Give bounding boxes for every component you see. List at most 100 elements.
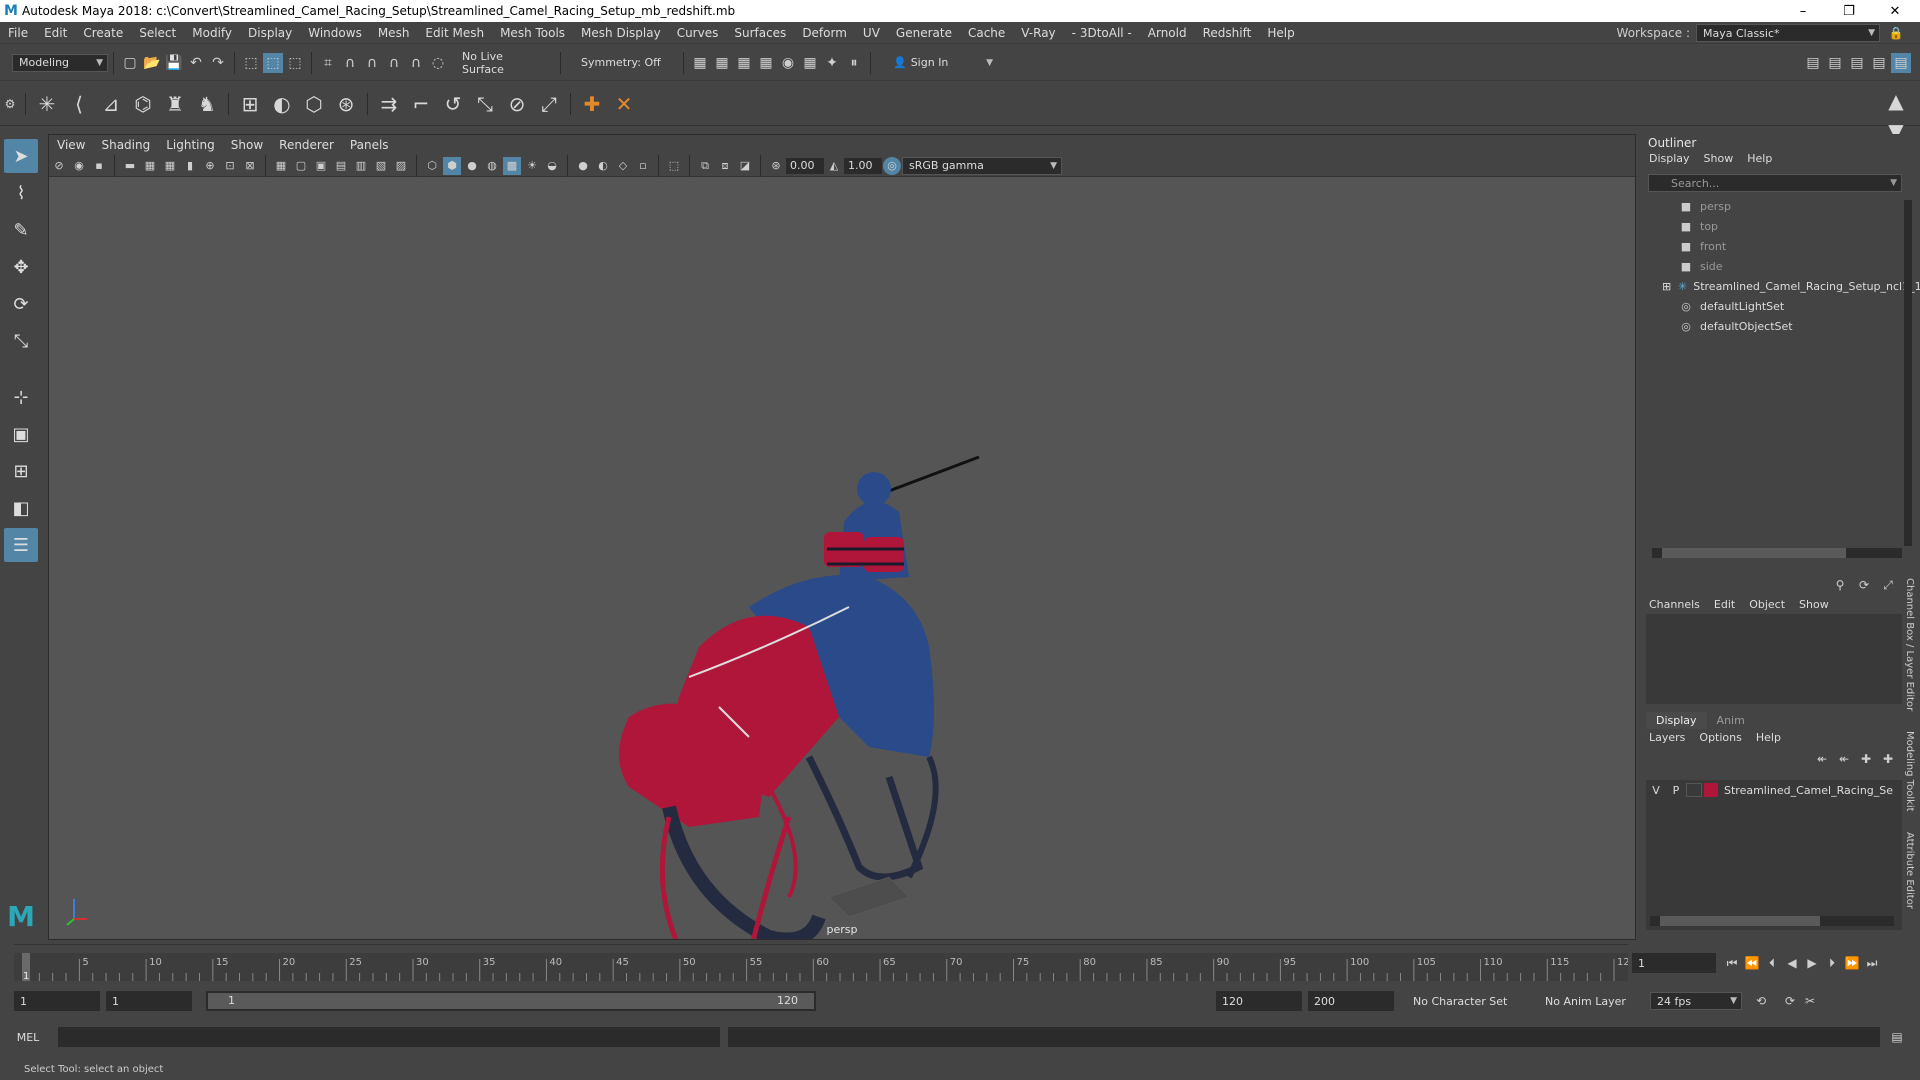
menu-item[interactable]: Modify xyxy=(184,26,240,40)
outliner-menu-item[interactable]: Help xyxy=(1740,152,1779,165)
viewport-panel[interactable]: View Shading Lighting Show Renderer Panels ⊘ … xyxy=(48,134,1636,940)
shadow-toggle-icon[interactable]: ◒ xyxy=(543,157,561,175)
channel-box-menu-item[interactable]: Edit xyxy=(1707,598,1742,611)
outliner-search-input[interactable]: Search... ▼ xyxy=(1648,174,1902,192)
channel-box-icon[interactable]: ▤ xyxy=(1869,53,1889,73)
render-view-icon[interactable]: ▦ xyxy=(800,53,820,73)
channel-box-menu-item[interactable]: Channels xyxy=(1642,598,1707,611)
close-button[interactable]: ✕ xyxy=(1872,0,1918,22)
outliner-item[interactable]: ■ side xyxy=(1678,256,1902,276)
paint-select-icon[interactable]: ✎ xyxy=(4,213,38,247)
fps-dropdown[interactable]: 24 fps ▼ xyxy=(1650,992,1742,1010)
step-forward-frame-icon[interactable]: ⏵ xyxy=(1823,954,1841,972)
layer-playback-toggle[interactable]: P xyxy=(1666,784,1686,797)
viewport-menu-item[interactable]: Shading xyxy=(93,138,158,152)
menu-item[interactable]: - 3DtoAll - xyxy=(1064,26,1140,40)
save-scene-icon[interactable]: 💾 xyxy=(164,53,184,73)
depth-of-field-icon[interactable]: ▫ xyxy=(634,157,652,175)
safe-title-icon[interactable]: ⊠ xyxy=(241,157,259,175)
outliner-layout-icon[interactable]: ☰ xyxy=(4,528,38,562)
channel-box-menu-item[interactable]: Object xyxy=(1742,598,1792,611)
channel-sync-icon[interactable]: ⟳ xyxy=(1855,576,1873,594)
snap-curve-icon[interactable]: ∩ xyxy=(340,53,360,73)
motion-blur-icon[interactable]: ◐ xyxy=(594,157,612,175)
channel-box-area[interactable] xyxy=(1646,614,1902,704)
outliner-toggle-icon[interactable]: ▤ xyxy=(1891,53,1911,73)
select-object-icon[interactable]: ⬚ xyxy=(263,52,283,73)
bookmark-icon[interactable]: ▪ xyxy=(90,157,108,175)
new-scene-icon[interactable]: ▢ xyxy=(120,53,140,73)
outliner-vscrollbar[interactable] xyxy=(1904,200,1912,546)
dark-strap-back[interactable] xyxy=(805,755,924,881)
mode-dropdown[interactable]: Modeling ▼ xyxy=(12,53,108,72)
layer-editor-menu-item[interactable]: Layers xyxy=(1642,731,1692,744)
wire-on-shaded-icon[interactable]: ▤ xyxy=(332,157,350,175)
sphere-shaded-icon[interactable]: ● xyxy=(463,157,481,175)
viewport-menu-item[interactable]: Lighting xyxy=(158,138,223,152)
menu-item[interactable]: Mesh Display xyxy=(573,26,669,40)
outliner-item[interactable]: ◎ defaultObjectSet xyxy=(1678,316,1902,336)
grid-toggle-icon[interactable]: ▦ xyxy=(272,157,290,175)
gamma-field[interactable]: 1.00 xyxy=(844,157,882,174)
gamma-icon[interactable]: ◭ xyxy=(825,157,843,175)
select-component-icon[interactable]: ⬚ xyxy=(285,53,305,73)
command-input[interactable] xyxy=(58,1027,720,1047)
remove-influence-icon[interactable]: ✕ xyxy=(609,89,639,119)
xray-joints-icon[interactable]: ⧉ xyxy=(696,157,714,175)
modeling-toolkit-icon[interactable]: ▤ xyxy=(1803,53,1823,73)
exposure-field[interactable]: 0.00 xyxy=(786,157,824,174)
shelf-scroll-up-icon[interactable]: ▲ xyxy=(1881,86,1911,116)
color-management-icon[interactable]: ◎ xyxy=(883,156,901,175)
constraint-pole-icon[interactable]: ⤢ xyxy=(534,89,564,119)
wireframe-icon[interactable]: ▢ xyxy=(292,157,310,175)
bind-skin-icon[interactable]: ⌬ xyxy=(128,89,158,119)
menu-item[interactable]: Windows xyxy=(300,26,370,40)
snap-grid-icon[interactable]: ⌗ xyxy=(318,53,338,73)
jockey-head[interactable] xyxy=(857,472,891,506)
move-tool-icon[interactable]: ✥ xyxy=(4,250,38,284)
menu-item[interactable]: Create xyxy=(75,26,131,40)
time-slider[interactable]: 5 10 15 20 25 30 35 40 45 50 55 60 65 70 75 80 85 90 95 100… xyxy=(14,944,1636,982)
hypershade-icon[interactable]: ◉ xyxy=(778,53,798,73)
layer-hscrollbar[interactable] xyxy=(1650,916,1894,926)
film-gate-icon[interactable]: ▦ xyxy=(141,157,159,175)
step-back-key-icon[interactable]: ⏪ xyxy=(1743,954,1761,972)
channel-box-menu-item[interactable]: Show xyxy=(1792,598,1836,611)
outliner-menu-item[interactable]: Show xyxy=(1697,152,1741,165)
two-pane-icon[interactable]: ◧ xyxy=(4,491,38,525)
quick-rig-icon[interactable]: ♞ xyxy=(192,89,222,119)
lattice-icon[interactable]: ⊞ xyxy=(235,89,265,119)
lock-icon[interactable]: 🔒 xyxy=(1887,24,1905,42)
go-to-start-icon[interactable]: ⏮ xyxy=(1723,954,1741,972)
outliner-item[interactable]: ■ front xyxy=(1678,236,1902,256)
scene-canvas[interactable] xyxy=(49,177,1635,939)
menu-item[interactable]: Mesh xyxy=(370,26,418,40)
light-icon[interactable]: ☀ xyxy=(523,157,541,175)
field-chart-icon[interactable]: ⊕ xyxy=(201,157,219,175)
new-layer-selected-icon[interactable]: ✚ xyxy=(1879,750,1897,768)
render-settings-icon[interactable]: ▦ xyxy=(756,53,776,73)
mel-language-toggle[interactable]: MEL xyxy=(0,1031,56,1044)
cube-shaded-icon[interactable]: ⬢ xyxy=(443,156,461,175)
select-hierarchy-icon[interactable]: ⬚ xyxy=(241,53,261,73)
channel-edit-icon[interactable]: ⤢ xyxy=(1879,576,1897,594)
ambient-occlusion-icon[interactable]: ● xyxy=(574,157,592,175)
viewport-menu-item[interactable]: View xyxy=(49,138,93,152)
textured-icon[interactable]: ▥ xyxy=(352,157,370,175)
side-tab[interactable]: Modeling Toolkit xyxy=(1904,731,1915,812)
menu-item[interactable]: Edit Mesh xyxy=(417,26,492,40)
current-frame-field[interactable]: 1 xyxy=(1632,953,1716,973)
workspace-dropdown[interactable]: Maya Classic* ▼ xyxy=(1696,24,1880,42)
menu-item[interactable]: Select xyxy=(131,26,184,40)
isolate-select-icon[interactable]: ⬚ xyxy=(665,157,683,175)
smooth-shade-icon[interactable]: ▣ xyxy=(312,157,330,175)
end-time-field[interactable]: 200 xyxy=(1308,991,1394,1011)
layer-editor-menu-item[interactable]: Help xyxy=(1749,731,1788,744)
outliner-item[interactable]: ◎ defaultLightSet xyxy=(1678,296,1902,316)
menu-item[interactable]: Arnold xyxy=(1140,26,1195,40)
layer-color-swatch[interactable] xyxy=(1704,783,1718,797)
camera-select-icon[interactable]: ⊘ xyxy=(50,157,68,175)
cluster-icon[interactable]: ◐ xyxy=(267,89,297,119)
undo-icon[interactable]: ↶ xyxy=(186,53,206,73)
anim-prefs-icon[interactable]: ✂ xyxy=(1801,992,1819,1010)
